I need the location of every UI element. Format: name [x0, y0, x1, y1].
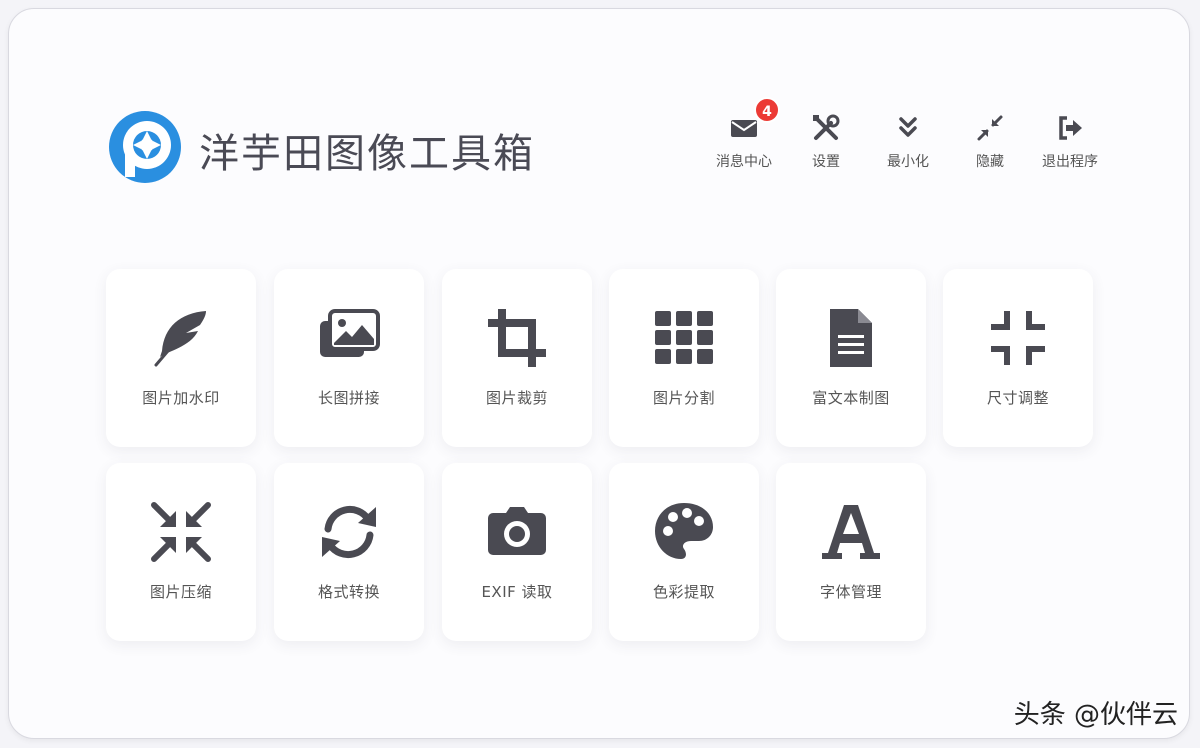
tool-label: 格式转换: [317, 583, 380, 601]
message-center-label: 消息中心: [716, 154, 772, 170]
message-count-badge: 4: [754, 97, 780, 123]
tool-label: 富文本制图: [812, 389, 890, 407]
feather-icon: [154, 311, 206, 367]
tool-watermark[interactable]: 图片加水印: [106, 269, 256, 447]
sign-out-icon: [1059, 116, 1082, 140]
document-icon: [830, 309, 872, 367]
settings-label: 设置: [812, 154, 840, 170]
grid-icon: [655, 311, 713, 364]
compress-arrows-icon: [977, 115, 1003, 141]
hide-button[interactable]: 隐藏: [945, 113, 1035, 171]
tool-label: 图片加水印: [142, 389, 220, 407]
app-title: 洋芋田图像工具箱: [199, 131, 535, 177]
compress-icon: [991, 311, 1045, 365]
tool-label: 图片压缩: [149, 583, 212, 601]
tool-label: 色彩提取: [652, 583, 715, 601]
minimize-button[interactable]: 最小化: [863, 113, 953, 171]
tool-crop[interactable]: 图片裁剪: [442, 269, 592, 447]
tool-label: 图片裁剪: [485, 389, 548, 407]
exit-button[interactable]: 退出程序: [1025, 113, 1115, 171]
tool-color-extract[interactable]: 色彩提取: [609, 463, 759, 641]
settings-button[interactable]: 设置: [781, 113, 871, 171]
compress-arrows-icon: [151, 502, 211, 562]
app-window: 洋芋田图像工具箱 4 消息中心 设置 最小化 隐藏 退出程序 图片加水印 长图拼…: [8, 8, 1190, 739]
hide-label: 隐藏: [976, 154, 1004, 170]
tool-rich-text[interactable]: 富文本制图: [776, 269, 926, 447]
tool-label: 尺寸调整: [986, 389, 1049, 407]
tool-label: EXIF 读取: [481, 583, 553, 601]
mail-icon: [731, 120, 757, 137]
app-logo: [109, 111, 181, 183]
tools-icon: [813, 114, 840, 140]
images-icon: [320, 309, 380, 357]
crop-icon: [488, 309, 546, 367]
tool-resize[interactable]: 尺寸调整: [943, 269, 1093, 447]
camera-icon: [488, 507, 546, 555]
tool-compress[interactable]: 图片压缩: [106, 463, 256, 641]
source-watermark: 头条 @伙伴云: [1013, 700, 1178, 730]
tool-split[interactable]: 图片分割: [609, 269, 759, 447]
tool-label: 图片分割: [652, 389, 715, 407]
font-icon: [822, 505, 880, 559]
tool-format-convert[interactable]: 格式转换: [274, 463, 424, 641]
tool-label: 长图拼接: [317, 389, 380, 407]
chevron-double-down-icon: [899, 117, 917, 137]
tool-exif-read[interactable]: EXIF 读取: [442, 463, 592, 641]
tool-font-manage[interactable]: 字体管理: [776, 463, 926, 641]
message-center-button[interactable]: 4 消息中心: [699, 97, 789, 171]
palette-icon: [655, 503, 713, 559]
tool-label: 字体管理: [819, 583, 882, 601]
sync-icon: [322, 506, 376, 558]
exit-label: 退出程序: [1042, 154, 1098, 170]
minimize-label: 最小化: [887, 154, 929, 170]
tool-long-image-stitch[interactable]: 长图拼接: [274, 269, 424, 447]
